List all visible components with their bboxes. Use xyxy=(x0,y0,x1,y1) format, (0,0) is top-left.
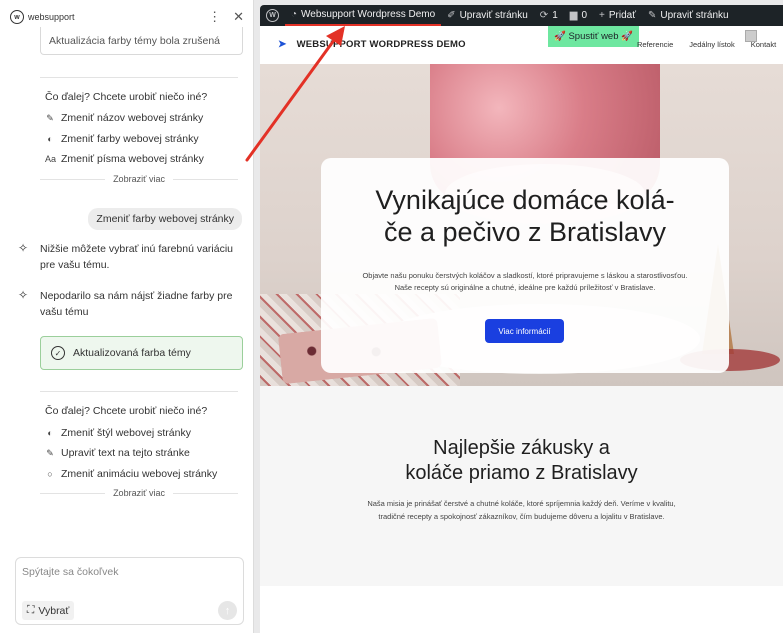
select-label: Vybrať xyxy=(38,604,70,617)
nav-references[interactable]: Referencie xyxy=(637,40,673,49)
option-label: Zmeniť názov webovej stránky xyxy=(61,112,204,124)
status-success: ✓ Aktualizovaná farba témy xyxy=(40,336,243,370)
admin-new-label: Pridať xyxy=(608,10,636,21)
pen-icon: ✎ xyxy=(46,447,54,458)
show-more-label: Zobraziť viac xyxy=(113,488,165,498)
site-brand-name: WEBSUPPORT WORDPRESS DEMO xyxy=(296,39,466,50)
option-change-site-style[interactable]: ◐ Zmeniť štýl webovej stránky xyxy=(45,427,191,439)
circle-icon: ○ xyxy=(47,469,53,479)
more-vertical-icon[interactable]: ⋮ xyxy=(208,9,221,25)
option-label: Zmeniť farby webovej stránky xyxy=(61,133,199,145)
select-element-button[interactable]: ⛶ Vybrať xyxy=(22,601,75,620)
send-button[interactable]: ↑ xyxy=(218,601,237,620)
option-change-site-colors[interactable]: ◐ Zmeniť farby webovej stránky xyxy=(45,133,199,145)
contrast-icon: ◐ xyxy=(47,428,53,438)
brand-name: websupport xyxy=(28,12,75,22)
hero-title-line: Vynikajúce domáce kolá- xyxy=(375,185,675,215)
show-more-link[interactable]: Zobraziť viac xyxy=(40,488,238,498)
option-edit-page-text[interactable]: ✎ Upraviť text na tejto stránke xyxy=(45,447,190,459)
next-section xyxy=(260,586,783,633)
wordpress-logo-icon: W xyxy=(266,9,279,22)
close-icon[interactable]: ✕ xyxy=(233,9,244,25)
hero-title-line: če a pečivo z Bratislavy xyxy=(383,217,667,247)
admin-edit-page[interactable]: ✎ Upraviť stránku xyxy=(642,5,735,26)
assistant-panel: w websupport ⋮ ✕ Aktualizácia farby témy… xyxy=(0,0,254,633)
admin-comments-count: 0 xyxy=(581,10,588,21)
assistant-message: ✧ Nepodarilo sa nám nájsť žiadne farby p… xyxy=(18,288,246,320)
admin-site-name-label: Websupport Wordpress Demo xyxy=(301,9,436,20)
chat-composer: ⛶ Vybrať ↑ xyxy=(15,557,244,625)
status-success-text: Aktualizovaná farba témy xyxy=(73,347,191,359)
admin-site-name[interactable]: ◔ Websupport Wordpress Demo xyxy=(285,5,442,26)
user-message: Zmeniť farby webovej stránky xyxy=(88,208,242,230)
site-preview: ➤ WEBSUPPORT WORDPRESS DEMO 🚀 Spustiť we… xyxy=(260,26,783,633)
hero-card: Vynikajúce domáce kolá- če a pečivo z Br… xyxy=(321,158,729,373)
divider xyxy=(40,391,238,392)
assistant-message: ✧ Nižšie môžete vybrať inú farebnú variá… xyxy=(18,241,246,273)
select-frame-icon: ⛶ xyxy=(27,604,35,616)
admin-updates[interactable]: ⟳ 1 xyxy=(534,5,564,26)
option-label: Zmeniť animáciu webovej stránky xyxy=(61,468,218,480)
section-title-line: Najlepšie zákusky a xyxy=(433,437,610,459)
hero-text: Objavte našu ponuku čerstvých koláčov a … xyxy=(362,271,688,292)
section-title: Najlepšie zákusky a koláče priamo z Brat… xyxy=(320,436,723,486)
assistant-message-text: Nepodarilo sa nám nájsť žiadne farby pre… xyxy=(40,290,233,318)
comment-icon: ▆ xyxy=(569,10,578,21)
chat-input[interactable] xyxy=(22,566,222,578)
hero-title: Vynikajúce domáce kolá- če a pečivo z Br… xyxy=(331,184,719,248)
option-label: Zmeniť štýl webovej stránky xyxy=(61,427,191,439)
about-section: Najlepšie zákusky a koláče priamo z Brat… xyxy=(260,386,783,586)
assistant-message-text: Nižšie môžete vybrať inú farebnú variáci… xyxy=(40,243,234,271)
paper-plane-icon: ➤ xyxy=(278,39,287,50)
section-text: Naša misia je prinášať čerstvé a chutné … xyxy=(367,499,676,521)
show-more-link[interactable]: Zobraziť viac xyxy=(40,174,238,184)
nav-menu[interactable]: Jedálny lístok xyxy=(689,40,734,49)
wp-admin-bar: W ◔ Websupport Wordpress Demo ✐ Upraviť … xyxy=(260,5,783,26)
site-header: ➤ WEBSUPPORT WORDPRESS DEMO 🚀 Spustiť we… xyxy=(260,26,783,64)
admin-edit-label: Upraviť stránku xyxy=(660,10,729,21)
wp-logo-menu[interactable]: W xyxy=(260,5,285,26)
plus-icon: + xyxy=(599,10,605,21)
sparkle-icon: ✧ xyxy=(18,288,29,302)
option-change-site-fonts[interactable]: Aa Zmeniť písma webovej stránky xyxy=(45,153,204,165)
show-more-label: Zobraziť viac xyxy=(113,174,165,184)
divider xyxy=(40,77,238,78)
sparkle-icon: ✧ xyxy=(18,241,29,255)
admin-customize-label: Upraviť stránku xyxy=(459,10,528,21)
next-steps-title: Čo ďalej? Chcete urobiť niečo iné? xyxy=(45,91,208,103)
status-cancelled-text: Aktualizácia farby témy bola zrušená xyxy=(49,34,220,47)
websupport-logo-icon: w xyxy=(10,10,24,24)
pen-icon: ✎ xyxy=(46,112,54,123)
refresh-icon: ⟳ xyxy=(539,10,549,21)
contrast-icon: ◐ xyxy=(47,134,53,144)
panel-actions: ⋮ ✕ xyxy=(208,9,244,25)
user-avatar[interactable] xyxy=(745,30,757,42)
dashboard-icon: ◔ xyxy=(291,9,298,20)
check-circle-icon: ✓ xyxy=(51,346,65,360)
font-icon: Aa xyxy=(45,154,57,164)
status-cancelled: Aktualizácia farby témy bola zrušená xyxy=(40,27,243,55)
option-change-animation[interactable]: ○ Zmeniť animáciu webovej stránky xyxy=(45,468,217,480)
option-change-site-name[interactable]: ✎ Zmeniť názov webovej stránky xyxy=(45,112,203,124)
section-title-line: koláče priamo z Bratislavy xyxy=(405,462,638,484)
next-steps-title: Čo ďalej? Chcete urobiť niečo iné? xyxy=(45,405,208,417)
site-brand[interactable]: ➤ WEBSUPPORT WORDPRESS DEMO xyxy=(278,39,466,50)
admin-comments[interactable]: ▆ 0 xyxy=(564,5,593,26)
admin-updates-count: 1 xyxy=(552,10,558,21)
admin-customize[interactable]: ✐ Upraviť stránku xyxy=(441,5,534,26)
launch-site-button[interactable]: 🚀 Spustiť web 🚀 xyxy=(548,26,639,47)
brush-icon: ✐ xyxy=(447,10,456,21)
more-info-button[interactable]: Viac informácií xyxy=(485,319,564,343)
option-label: Zmeniť písma webovej stránky xyxy=(61,153,204,165)
arrow-up-icon: ↑ xyxy=(224,604,231,617)
hero-section: Vynikajúce domáce kolá- če a pečivo z Br… xyxy=(260,64,783,386)
admin-new[interactable]: + Pridať xyxy=(593,5,642,26)
websupport-logo: w websupport xyxy=(10,10,75,24)
pencil-icon: ✎ xyxy=(647,10,657,21)
option-label: Upraviť text na tejto stránke xyxy=(61,447,190,459)
